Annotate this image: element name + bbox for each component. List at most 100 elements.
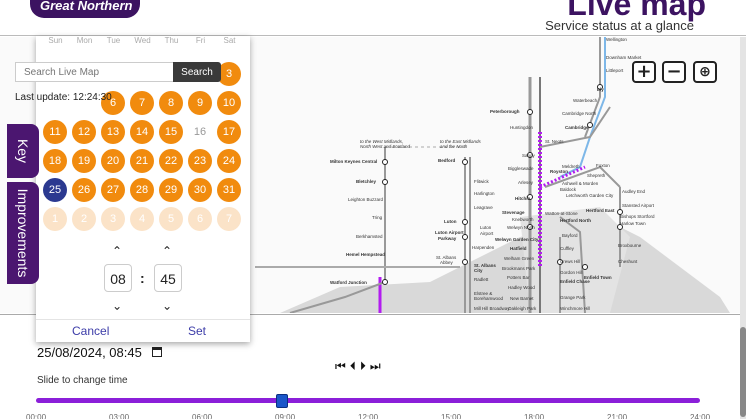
selected-datetime[interactable]: 25/08/2024, 08:45	[37, 345, 142, 360]
slider-tick-label: 12:00	[358, 413, 378, 419]
skip-to-end-icon[interactable]: ⏭	[370, 359, 382, 373]
minute-up-icon[interactable]: ⌃	[162, 244, 172, 258]
svg-text:Luton: Luton	[444, 219, 457, 224]
svg-text:Bedford: Bedford	[438, 158, 455, 163]
hour-down-icon[interactable]: ⌃	[112, 298, 122, 312]
calendar-day[interactable]: 23	[188, 149, 212, 173]
minute-down-icon[interactable]: ⌃	[162, 298, 172, 312]
calendar-day[interactable]: 25	[43, 178, 67, 202]
svg-text:Ely: Ely	[597, 87, 604, 92]
calendar-day[interactable]: 31	[217, 178, 241, 202]
calendar-day[interactable]: 9	[188, 91, 212, 115]
calendar-day[interactable]: 13	[101, 120, 125, 144]
svg-text:Leighton Buzzard: Leighton Buzzard	[348, 197, 384, 202]
calendar-day[interactable]: 16	[188, 120, 212, 144]
svg-text:Winchmore Hill: Winchmore Hill	[560, 306, 590, 311]
zoom-in-button[interactable]: +	[632, 61, 656, 83]
scrollbar-thumb[interactable]	[740, 327, 746, 417]
svg-text:Harlington: Harlington	[474, 191, 495, 196]
calendar-day[interactable]: 15	[159, 120, 183, 144]
svg-text:Cambridge: Cambridge	[565, 125, 589, 130]
svg-text:Welwyn Garden City: Welwyn Garden City	[495, 237, 539, 242]
svg-text:Hertford East: Hertford East	[586, 208, 615, 213]
calendar-day[interactable]: 10	[217, 91, 241, 115]
time-slider-track[interactable]	[36, 398, 700, 403]
svg-text:Hatfield: Hatfield	[510, 246, 527, 251]
svg-text:Luton Airport: Luton Airport	[435, 230, 464, 235]
calendar-day[interactable]: 27	[101, 178, 125, 202]
calendar-day[interactable]: 29	[159, 178, 183, 202]
key-tab[interactable]: Key	[7, 124, 39, 178]
zoom-out-button[interactable]: −	[662, 61, 686, 83]
calendar-day[interactable]: 18	[43, 149, 67, 173]
calendar-day[interactable]: 20	[101, 149, 125, 173]
svg-text:Brookmans Park: Brookmans Park	[502, 266, 536, 271]
calendar-day[interactable]: 4	[130, 207, 154, 231]
hour-field[interactable]: 08	[104, 264, 132, 292]
calendar-day[interactable]: 2	[72, 207, 96, 231]
slider-label: Slide to change time	[37, 375, 128, 386]
time-separator: :	[140, 264, 145, 292]
calendar-day[interactable]: 8	[159, 91, 183, 115]
last-update-text: Last update: 12:24:30	[15, 92, 112, 103]
page-scrollbar[interactable]	[740, 37, 746, 419]
svg-text:Downham Market: Downham Market	[606, 55, 642, 60]
svg-text:Hemel Hempstead: Hemel Hempstead	[346, 252, 385, 257]
svg-text:North West and Scotland: North West and Scotland	[360, 144, 410, 149]
svg-text:Mill Hill Broadway: Mill Hill Broadway	[474, 306, 510, 311]
svg-text:Cambridge North: Cambridge North	[562, 111, 597, 116]
calendar-day[interactable]: 24	[217, 149, 241, 173]
slider-tick-label: 06:00	[192, 413, 212, 419]
svg-text:Welham Green: Welham Green	[504, 256, 535, 261]
search-button[interactable]: Search	[173, 62, 221, 82]
svg-text:Cuffley: Cuffley	[560, 246, 575, 251]
svg-text:Stansted Airport: Stansted Airport	[622, 203, 655, 208]
calendar-day[interactable]: 28	[130, 178, 154, 202]
calendar-day[interactable]: 21	[130, 149, 154, 173]
svg-text:Watford Junction: Watford Junction	[330, 280, 367, 285]
globe-icon[interactable]: ⊕	[693, 61, 717, 83]
calendar-icon[interactable]	[152, 347, 162, 357]
svg-text:Bishops Stortford: Bishops Stortford	[620, 214, 655, 219]
cancel-button[interactable]: Cancel	[72, 324, 109, 338]
step-forward-icon[interactable]: ⏵	[360, 359, 367, 373]
calendar-day[interactable]: 19	[72, 149, 96, 173]
calendar-day[interactable]: 14	[130, 120, 154, 144]
improvements-tab-label: Improvements	[15, 189, 31, 278]
svg-text:Hertford North: Hertford North	[560, 218, 591, 223]
calendar-day[interactable]: 7	[130, 91, 154, 115]
hour-up-icon[interactable]: ⌃	[112, 244, 122, 258]
svg-text:Welwyn North: Welwyn North	[507, 225, 535, 230]
improvements-tab[interactable]: Improvements	[7, 182, 39, 284]
search-input[interactable]	[15, 62, 175, 82]
svg-text:Crews Hill: Crews Hill	[560, 259, 580, 264]
calendar-day[interactable]: 26	[72, 178, 96, 202]
step-back-icon[interactable]: ⏴	[350, 359, 357, 373]
time-slider-handle[interactable]	[276, 394, 288, 408]
svg-text:Arlesey: Arlesey	[518, 180, 534, 185]
great-northern-logo[interactable]: Great Northern	[30, 0, 140, 18]
calendar-day[interactable]: 1	[43, 207, 67, 231]
calendar-day[interactable]: 22	[159, 149, 183, 173]
svg-text:Shepreth: Shepreth	[587, 173, 606, 178]
skip-to-start-icon[interactable]: ⏮	[335, 359, 347, 373]
calendar-day[interactable]: 3	[101, 207, 125, 231]
svg-text:Stevenage: Stevenage	[502, 210, 525, 215]
calendar-day[interactable]: 30	[188, 178, 212, 202]
weekday-label: Sat	[215, 36, 244, 45]
svg-text:Hadley Wood: Hadley Wood	[508, 285, 535, 290]
svg-text:City: City	[474, 268, 483, 273]
calendar-day[interactable]: 5	[159, 207, 183, 231]
calendar-day[interactable]: 7	[217, 207, 241, 231]
slider-tick-label: 21:00	[607, 413, 627, 419]
calendar-day[interactable]: 17	[217, 120, 241, 144]
minute-field[interactable]: 45	[154, 264, 182, 292]
svg-text:Grange Park: Grange Park	[560, 295, 586, 300]
calendar-day[interactable]: 12	[72, 120, 96, 144]
set-button[interactable]: Set	[188, 324, 206, 338]
svg-text:Leagrave: Leagrave	[474, 205, 493, 210]
calendar-day[interactable]: 11	[43, 120, 67, 144]
weekday-label: Sun	[41, 36, 70, 45]
svg-text:Tring: Tring	[372, 215, 383, 220]
calendar-day[interactable]: 6	[188, 207, 212, 231]
